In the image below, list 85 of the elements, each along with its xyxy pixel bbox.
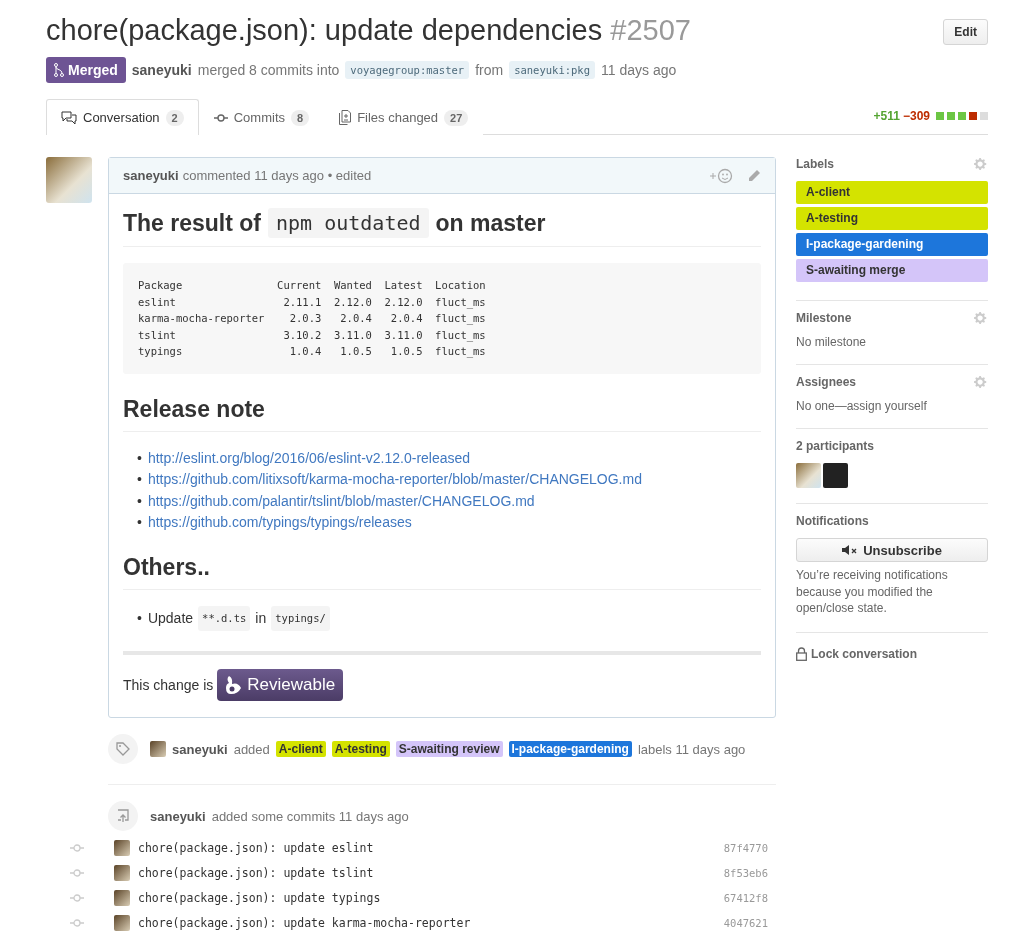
merge-time: 11 days ago [601,62,677,78]
add-reaction-icon[interactable] [709,167,733,184]
bullet: • [137,448,142,468]
avatar [114,890,130,906]
count-badge: 8 [291,109,310,126]
bullet: • [137,470,142,489]
label-tag[interactable]: A-testing [331,741,390,757]
count-badge: 27 [444,109,469,126]
head-branch: saneyuki:pkg [509,61,595,79]
sidebar-heading: Milestone [796,311,852,325]
tab[interactable]: Conversation 2 [46,99,199,135]
avatar [114,865,130,881]
bullet: • [137,491,142,511]
settings-icon[interactable] [974,157,988,171]
rabbit-icon [225,674,244,696]
event-action: added [233,741,270,757]
commit-message[interactable]: chore(package.json): update tslint [138,866,374,880]
settings-icon[interactable] [974,375,988,389]
event-description: added some commits 11 days ago [211,808,409,824]
bullet: • [137,608,142,628]
bullet: • [137,513,142,532]
avatar [46,157,92,203]
commit-message[interactable]: chore(package.json): update eslint [138,841,374,855]
section-heading: Others.. [123,553,761,590]
footer-text: This change is [123,677,214,693]
lock-icon [796,646,807,661]
commit-icon [213,113,228,122]
mute-icon [842,544,859,556]
changelog-link[interactable]: https://github.com/typings/typings/releases [147,512,412,534]
from-text: from [475,62,504,78]
section-heading: Release note [123,395,761,432]
author-link[interactable]: saneyuki [123,168,179,183]
author-link[interactable]: saneyuki [172,741,228,757]
milestone-value: No milestone [796,335,868,349]
label-tag[interactable]: S-awaiting review [395,741,503,757]
participant-avatar[interactable] [796,463,821,488]
comment-meta: commented 11 days ago • edited [182,168,372,183]
deletions-count: −309 [902,109,930,123]
code-block: Package Current Wanted Latest Location eslint 2.11.1 2.12.0 2.12.0 fluct_ms karma-mocha-reporter 2.0.3 2.0.4 2.0.4 fluct_ms tslint 3.10.2 3.11.0 3.11.0 fluct_ms typings 1.0.4 1.0.5 1.0.5 fluct_ms [123,263,761,374]
avatar [114,840,130,856]
label-tag[interactable]: I-package-gardening [796,233,988,256]
changelog-link[interactable]: https://github.com/litixsoft/karma-mocha-reporter/blob/master/CHANGELOG.md [147,469,642,491]
reviewable-button[interactable]: Reviewable [217,669,344,701]
push-icon [108,801,138,831]
label-tag[interactable]: S-awaiting merge [796,259,988,282]
changelog-link[interactable]: http://eslint.org/blog/2016/06/eslint-v2.12.0-released [147,447,471,469]
sidebar-heading: Labels [796,157,834,171]
avatar [150,741,166,757]
merge-icon [54,63,64,77]
settings-icon[interactable] [974,311,988,325]
merge-description: merged 8 commits into [197,62,340,78]
sidebar-heading: 2 participants [796,439,875,453]
label-tag[interactable]: I-package-gardening [508,741,632,757]
file-icon [339,110,352,125]
edit-button[interactable]: Edit [943,19,988,45]
commit-icon [70,844,84,852]
merged-badge: Merged [46,57,126,83]
label-tag[interactable]: A-testing [796,207,988,230]
section-heading: The result of npm outdated on master [123,208,761,247]
changelog-link[interactable]: https://github.com/palantir/tslint/blob/master/CHANGELOG.md [147,490,535,512]
author-link[interactable]: saneyuki [150,808,206,824]
list-item: Update **.d.ts in typings/ [147,605,330,631]
event-time: labels 11 days ago [637,741,746,757]
assignees-value: No one—assign yourself [796,399,928,413]
label-tag[interactable]: A-client [796,181,988,204]
commit-message[interactable]: chore(package.json): update karma-mocha-reporter [138,916,471,930]
additions-count: +511 [873,109,900,123]
commit-message[interactable]: chore(package.json): update typings [138,891,381,905]
comment-icon [61,110,77,125]
commit-icon [70,869,84,877]
avatar [114,915,130,931]
label-tag[interactable]: A-client [275,741,326,757]
base-branch: voyagegroup:master [345,61,470,79]
notification-reason: You’re receiving notifications because you modified the open/close state. [796,567,949,617]
sidebar-heading: Notifications [796,514,869,528]
author-link[interactable]: saneyuki [131,62,192,78]
tag-icon [108,734,138,764]
commit-icon [70,894,84,902]
commit-icon [70,919,84,927]
count-badge: 2 [165,109,184,126]
lock-conversation-link[interactable]: Lock conversation [796,632,988,661]
sidebar-heading: Assignees [796,375,857,389]
pencil-icon[interactable] [747,168,761,183]
unsubscribe-button[interactable]: Unsubscribe [796,538,988,562]
pull-request-title: chore(package.json): update dependencies #2507 [46,13,691,48]
